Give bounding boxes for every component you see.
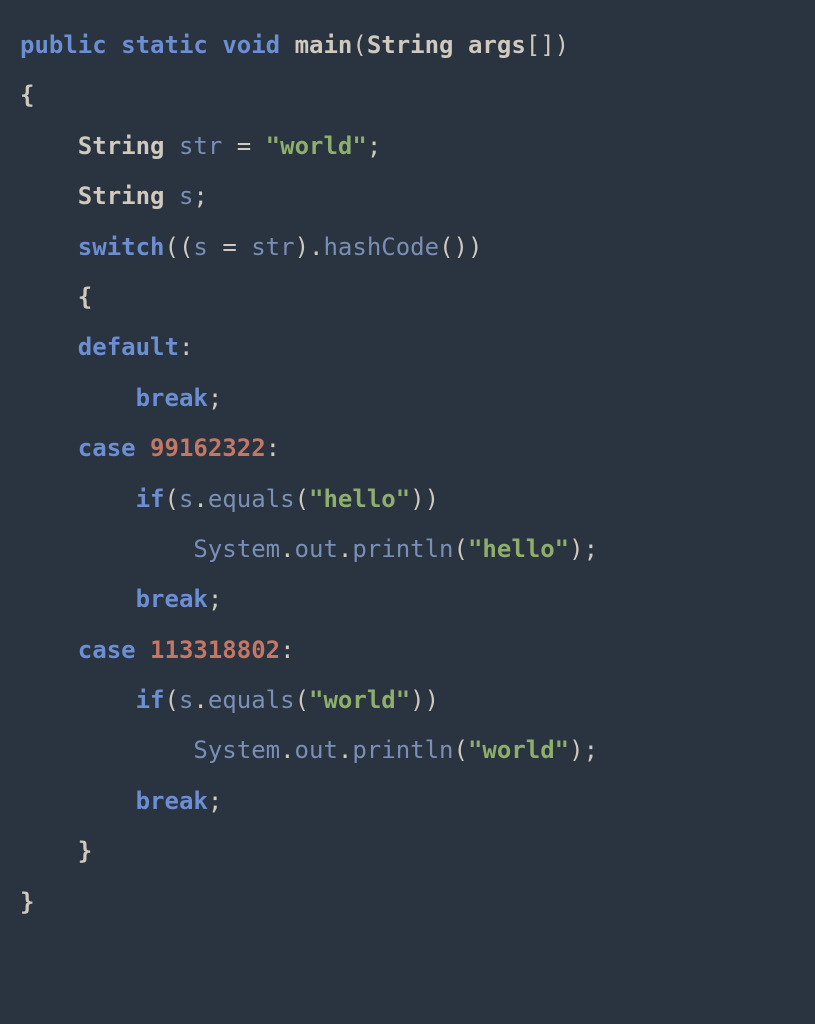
var-s: s (179, 485, 193, 513)
brackets: [] (526, 31, 555, 59)
keyword-break: break (136, 585, 208, 613)
var-str: str (251, 233, 294, 261)
colon: : (266, 434, 280, 462)
dot: . (338, 736, 352, 764)
method-equals: equals (208, 686, 295, 714)
id-system: System (193, 535, 280, 563)
dot: . (193, 686, 207, 714)
semi: ; (208, 787, 222, 815)
paren-open: ( (295, 686, 309, 714)
semi: ; (208, 384, 222, 412)
paren-open: ( (439, 233, 453, 261)
str-hello: "hello" (309, 485, 410, 513)
keyword-switch: switch (78, 233, 165, 261)
keyword-case: case (78, 636, 136, 664)
keyword-break: break (136, 787, 208, 815)
method-hashcode: hashCode (323, 233, 439, 261)
semi: ; (208, 585, 222, 613)
semi: ; (367, 132, 381, 160)
id-out: out (295, 736, 338, 764)
method-main: main (295, 31, 353, 59)
equals: = (237, 132, 251, 160)
code-block: public static void main(String args[]) {… (20, 20, 795, 927)
dot: . (309, 233, 323, 261)
id-args: args (468, 31, 526, 59)
keyword-case: case (78, 434, 136, 462)
dot: . (338, 535, 352, 563)
keyword-break: break (136, 384, 208, 412)
type-string: String (78, 182, 165, 210)
keyword-static: static (121, 31, 208, 59)
paren-open: ( (352, 31, 366, 59)
str-world: "world" (309, 686, 410, 714)
paren-open: ( (165, 686, 179, 714)
paren-open: ( (295, 485, 309, 513)
str-hello: "hello" (468, 535, 569, 563)
var-s: s (179, 686, 193, 714)
keyword-void: void (222, 31, 280, 59)
keyword-default: default (78, 333, 179, 361)
num-world-hash: 113318802 (150, 636, 280, 664)
colon: : (179, 333, 193, 361)
paren-close: ) (454, 233, 468, 261)
paren-close: ) (410, 485, 424, 513)
str-world: "world" (468, 736, 569, 764)
paren-open: ( (165, 233, 179, 261)
str-world: "world" (266, 132, 367, 160)
id-out: out (295, 535, 338, 563)
colon: : (280, 636, 294, 664)
brace-open: { (78, 283, 92, 311)
semi: ; (193, 182, 207, 210)
paren-open: ( (454, 535, 468, 563)
var-str: str (179, 132, 222, 160)
paren-close: ) (555, 31, 569, 59)
paren-close: ) (410, 686, 424, 714)
brace-close: } (78, 837, 92, 865)
paren-close: ) (569, 535, 583, 563)
id-system: System (193, 736, 280, 764)
paren-close: ) (468, 233, 482, 261)
dot: . (280, 535, 294, 563)
var-s: s (193, 233, 207, 261)
keyword-if: if (136, 686, 165, 714)
paren-open: ( (179, 233, 193, 261)
dot: . (193, 485, 207, 513)
paren-close: ) (569, 736, 583, 764)
keyword-public: public (20, 31, 107, 59)
method-println: println (352, 535, 453, 563)
semi: ; (584, 535, 598, 563)
semi: ; (584, 736, 598, 764)
keyword-if: if (136, 485, 165, 513)
paren-close: ) (295, 233, 309, 261)
paren-close: ) (425, 485, 439, 513)
type-string: String (367, 31, 454, 59)
paren-open: ( (165, 485, 179, 513)
paren-close: ) (425, 686, 439, 714)
num-hello-hash: 99162322 (150, 434, 266, 462)
equals: = (222, 233, 236, 261)
var-s: s (179, 182, 193, 210)
type-string: String (78, 132, 165, 160)
method-equals: equals (208, 485, 295, 513)
paren-open: ( (454, 736, 468, 764)
brace-close: } (20, 888, 34, 916)
brace-open: { (20, 81, 34, 109)
method-println: println (352, 736, 453, 764)
dot: . (280, 736, 294, 764)
